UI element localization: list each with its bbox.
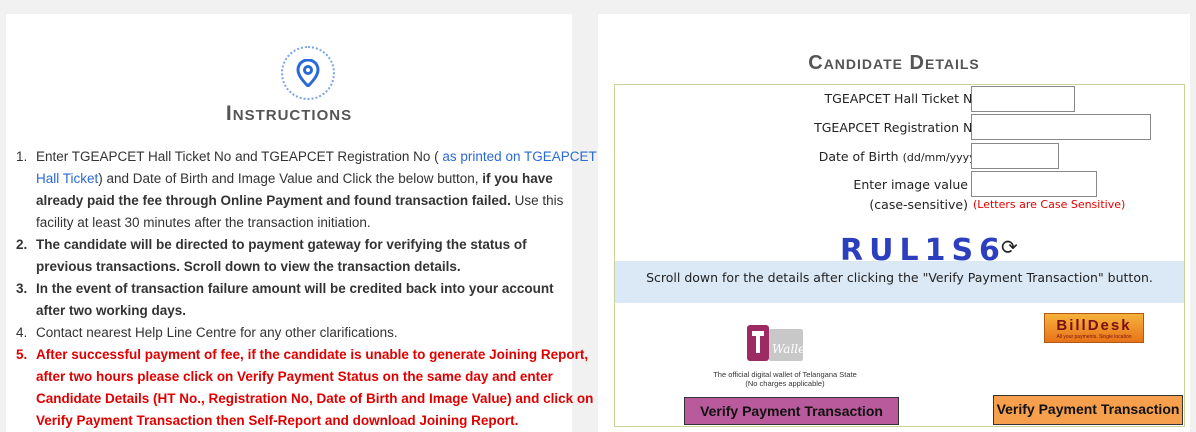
item-number: 2. bbox=[16, 237, 28, 252]
location-pin-icon bbox=[281, 46, 335, 100]
twallet-caption: The official digital wallet of Telangana… bbox=[713, 370, 857, 388]
twallet-verify-button[interactable]: Verify Payment Transaction bbox=[684, 397, 899, 425]
case-hint: (Letters are Case Sensitive) bbox=[973, 198, 1126, 211]
candidate-form: TGEAPCET Hall Ticket No TGEAPCET Registr… bbox=[614, 84, 1185, 427]
instruction-line: Hall Ticket) and Date of Birth and Image… bbox=[36, 171, 553, 186]
instruction-item-4: 4. Contact nearest Help Line Centre for … bbox=[16, 322, 576, 344]
instruction-line: already paid the fee through Online Paym… bbox=[36, 193, 564, 208]
candidate-panel: Candidate Details TGEAPCET Hall Ticket N… bbox=[598, 14, 1190, 432]
dob-input[interactable] bbox=[971, 143, 1059, 169]
image-value-input[interactable] bbox=[971, 171, 1097, 197]
instruction-item-3: 3. In the event of transaction failure a… bbox=[16, 278, 576, 322]
instructions-title: Instructions bbox=[225, 102, 353, 125]
refresh-captcha-icon[interactable]: ⟳ bbox=[1001, 235, 1018, 260]
instruction-line: After successful payment of fee, if the … bbox=[36, 347, 589, 362]
dob-label: Date of Birth (dd/mm/yyyy) bbox=[818, 149, 980, 164]
instruction-line: facility at least 30 minutes after the t… bbox=[36, 215, 371, 230]
printed-on-link[interactable]: as printed on TGEAPCET bbox=[442, 149, 596, 164]
instruction-item-1: 1. Enter TGEAPCET Hall Ticket No and TGE… bbox=[16, 146, 597, 234]
instructions-panel: Instructions 1. Enter TGEAPCET Hall Tick… bbox=[6, 14, 597, 432]
registration-input[interactable] bbox=[971, 114, 1151, 140]
item-number: 4. bbox=[16, 325, 28, 340]
instruction-item-2: 2. The candidate will be directed to pay… bbox=[16, 234, 576, 278]
instruction-line: after two hours please click on Verify P… bbox=[36, 369, 553, 384]
instruction-line: Enter TGEAPCET Hall Ticket No and TGEAPC… bbox=[36, 149, 597, 164]
instruction-line: In the event of transaction failure amou… bbox=[36, 281, 554, 296]
case-sensitive-label: (case-sensitive) bbox=[869, 197, 968, 212]
instruction-line: Contact nearest Help Line Centre for any… bbox=[36, 325, 398, 340]
item-number: 1. bbox=[16, 149, 28, 164]
item-number: 3. bbox=[16, 281, 28, 296]
instruction-line: The candidate will be directed to paymen… bbox=[36, 237, 527, 252]
instruction-item-5: 5. After successful payment of fee, if t… bbox=[16, 344, 594, 432]
hall-ticket-input[interactable] bbox=[971, 86, 1075, 112]
instructions-list: 1. Enter TGEAPCET Hall Ticket No and TGE… bbox=[16, 146, 597, 432]
instruction-line: previous transactions. Scroll down to vi… bbox=[36, 259, 461, 274]
billdesk-verify-button[interactable]: Verify Payment Transaction bbox=[993, 395, 1183, 425]
twallet-logo: Wallet bbox=[745, 321, 810, 365]
instruction-line: Verify Payment Transaction then Self-Rep… bbox=[36, 413, 519, 428]
instruction-line: after two working days. bbox=[36, 303, 187, 318]
registration-label: TGEAPCET Registration No bbox=[814, 120, 980, 135]
item-number: 5. bbox=[16, 347, 28, 362]
twallet-logo-text: Wallet bbox=[772, 342, 807, 356]
instruction-line: Candidate Details (HT No., Registration … bbox=[36, 391, 594, 406]
hall-ticket-link[interactable]: Hall Ticket bbox=[36, 171, 98, 186]
candidate-details-title: Candidate Details bbox=[808, 52, 980, 74]
scroll-note: Scroll down for the details after clicki… bbox=[615, 261, 1184, 303]
image-value-label: Enter image value bbox=[853, 177, 968, 192]
hall-ticket-label: TGEAPCET Hall Ticket No bbox=[824, 91, 980, 106]
billdesk-logo: BillDesk All your payments. Single locat… bbox=[1044, 313, 1144, 343]
